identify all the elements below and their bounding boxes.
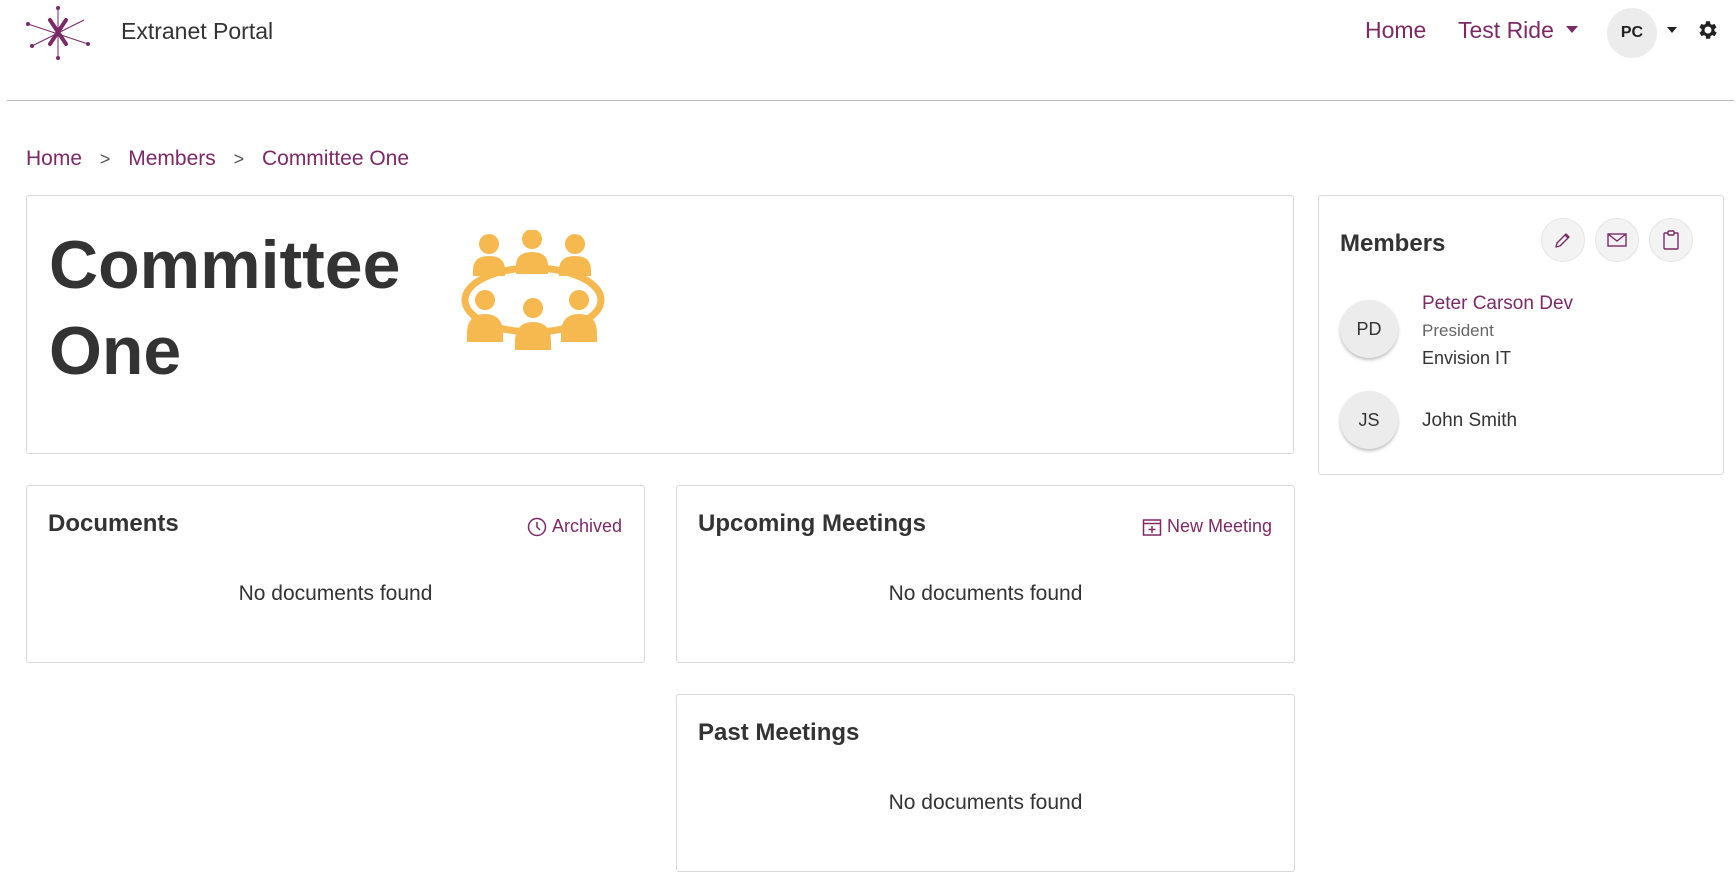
- page-title: Committee One: [49, 227, 401, 389]
- breadcrumb-current[interactable]: Committee One: [262, 147, 409, 170]
- pencil-icon: [1555, 233, 1570, 248]
- nav-home-link[interactable]: Home: [1365, 17, 1426, 44]
- envelope-icon: [1607, 233, 1627, 247]
- past-meetings-title: Past Meetings: [698, 719, 860, 746]
- nav-test-ride-dropdown[interactable]: Test Ride: [1458, 17, 1578, 44]
- breadcrumb-home[interactable]: Home: [26, 147, 82, 170]
- user-avatar[interactable]: PC: [1607, 8, 1657, 58]
- past-meetings-card: Past Meetings No documents found: [676, 694, 1295, 872]
- archived-link[interactable]: Archived: [527, 516, 622, 537]
- header-divider: [7, 100, 1734, 101]
- members-title: Members: [1340, 230, 1446, 257]
- app-name: Extranet Portal: [121, 18, 274, 44]
- gear-icon[interactable]: [1696, 18, 1720, 42]
- new-meeting-label: New Meeting: [1166, 516, 1272, 536]
- documents-empty-text: No documents found: [238, 582, 433, 605]
- email-members-button[interactable]: [1595, 218, 1639, 262]
- top-navbar: Extranet Portal Home Test Ride PC: [0, 0, 1736, 100]
- upcoming-meetings-title: Upcoming Meetings: [698, 510, 927, 537]
- member-avatar: JS: [1340, 391, 1398, 449]
- new-meeting-button[interactable]: New Meeting: [1142, 516, 1272, 537]
- meeting-table-icon: [461, 230, 605, 350]
- upcoming-meetings-card: Upcoming Meetings New Meeting No documen…: [676, 485, 1295, 663]
- past-meetings-empty-text: No documents found: [888, 791, 1083, 814]
- caret-down-icon: [1565, 26, 1578, 34]
- clipboard-icon: [1663, 230, 1679, 250]
- asterisk-logo-icon[interactable]: [22, 2, 94, 64]
- breadcrumb-separator: >: [99, 149, 111, 169]
- breadcrumb-separator: >: [233, 149, 245, 169]
- member-role: President: [1422, 321, 1494, 340]
- user-menu-caret-icon[interactable]: [1667, 27, 1677, 33]
- edit-members-button[interactable]: [1541, 218, 1585, 262]
- clock-icon: [527, 517, 547, 536]
- upcoming-meetings-empty-text: No documents found: [888, 582, 1083, 605]
- members-card: Members PD Peter Carson Dev President En…: [1318, 195, 1724, 475]
- member-name-link[interactable]: Peter Carson Dev: [1422, 293, 1573, 315]
- member-avatar: PD: [1340, 300, 1398, 358]
- nav-test-ride-label: Test Ride: [1458, 17, 1554, 43]
- documents-title: Documents: [48, 510, 179, 537]
- member-name: John Smith: [1422, 410, 1518, 431]
- documents-card: Documents Archived No documents found: [26, 485, 645, 663]
- archived-label: Archived: [551, 516, 622, 536]
- calendar-plus-icon: [1142, 518, 1162, 536]
- committee-header-card: Committee One: [26, 195, 1294, 454]
- member-organization: Envision IT: [1422, 348, 1512, 368]
- breadcrumb-members[interactable]: Members: [128, 147, 216, 170]
- copy-members-button[interactable]: [1649, 218, 1693, 262]
- breadcrumb: Home > Members > Committee One: [26, 147, 409, 171]
